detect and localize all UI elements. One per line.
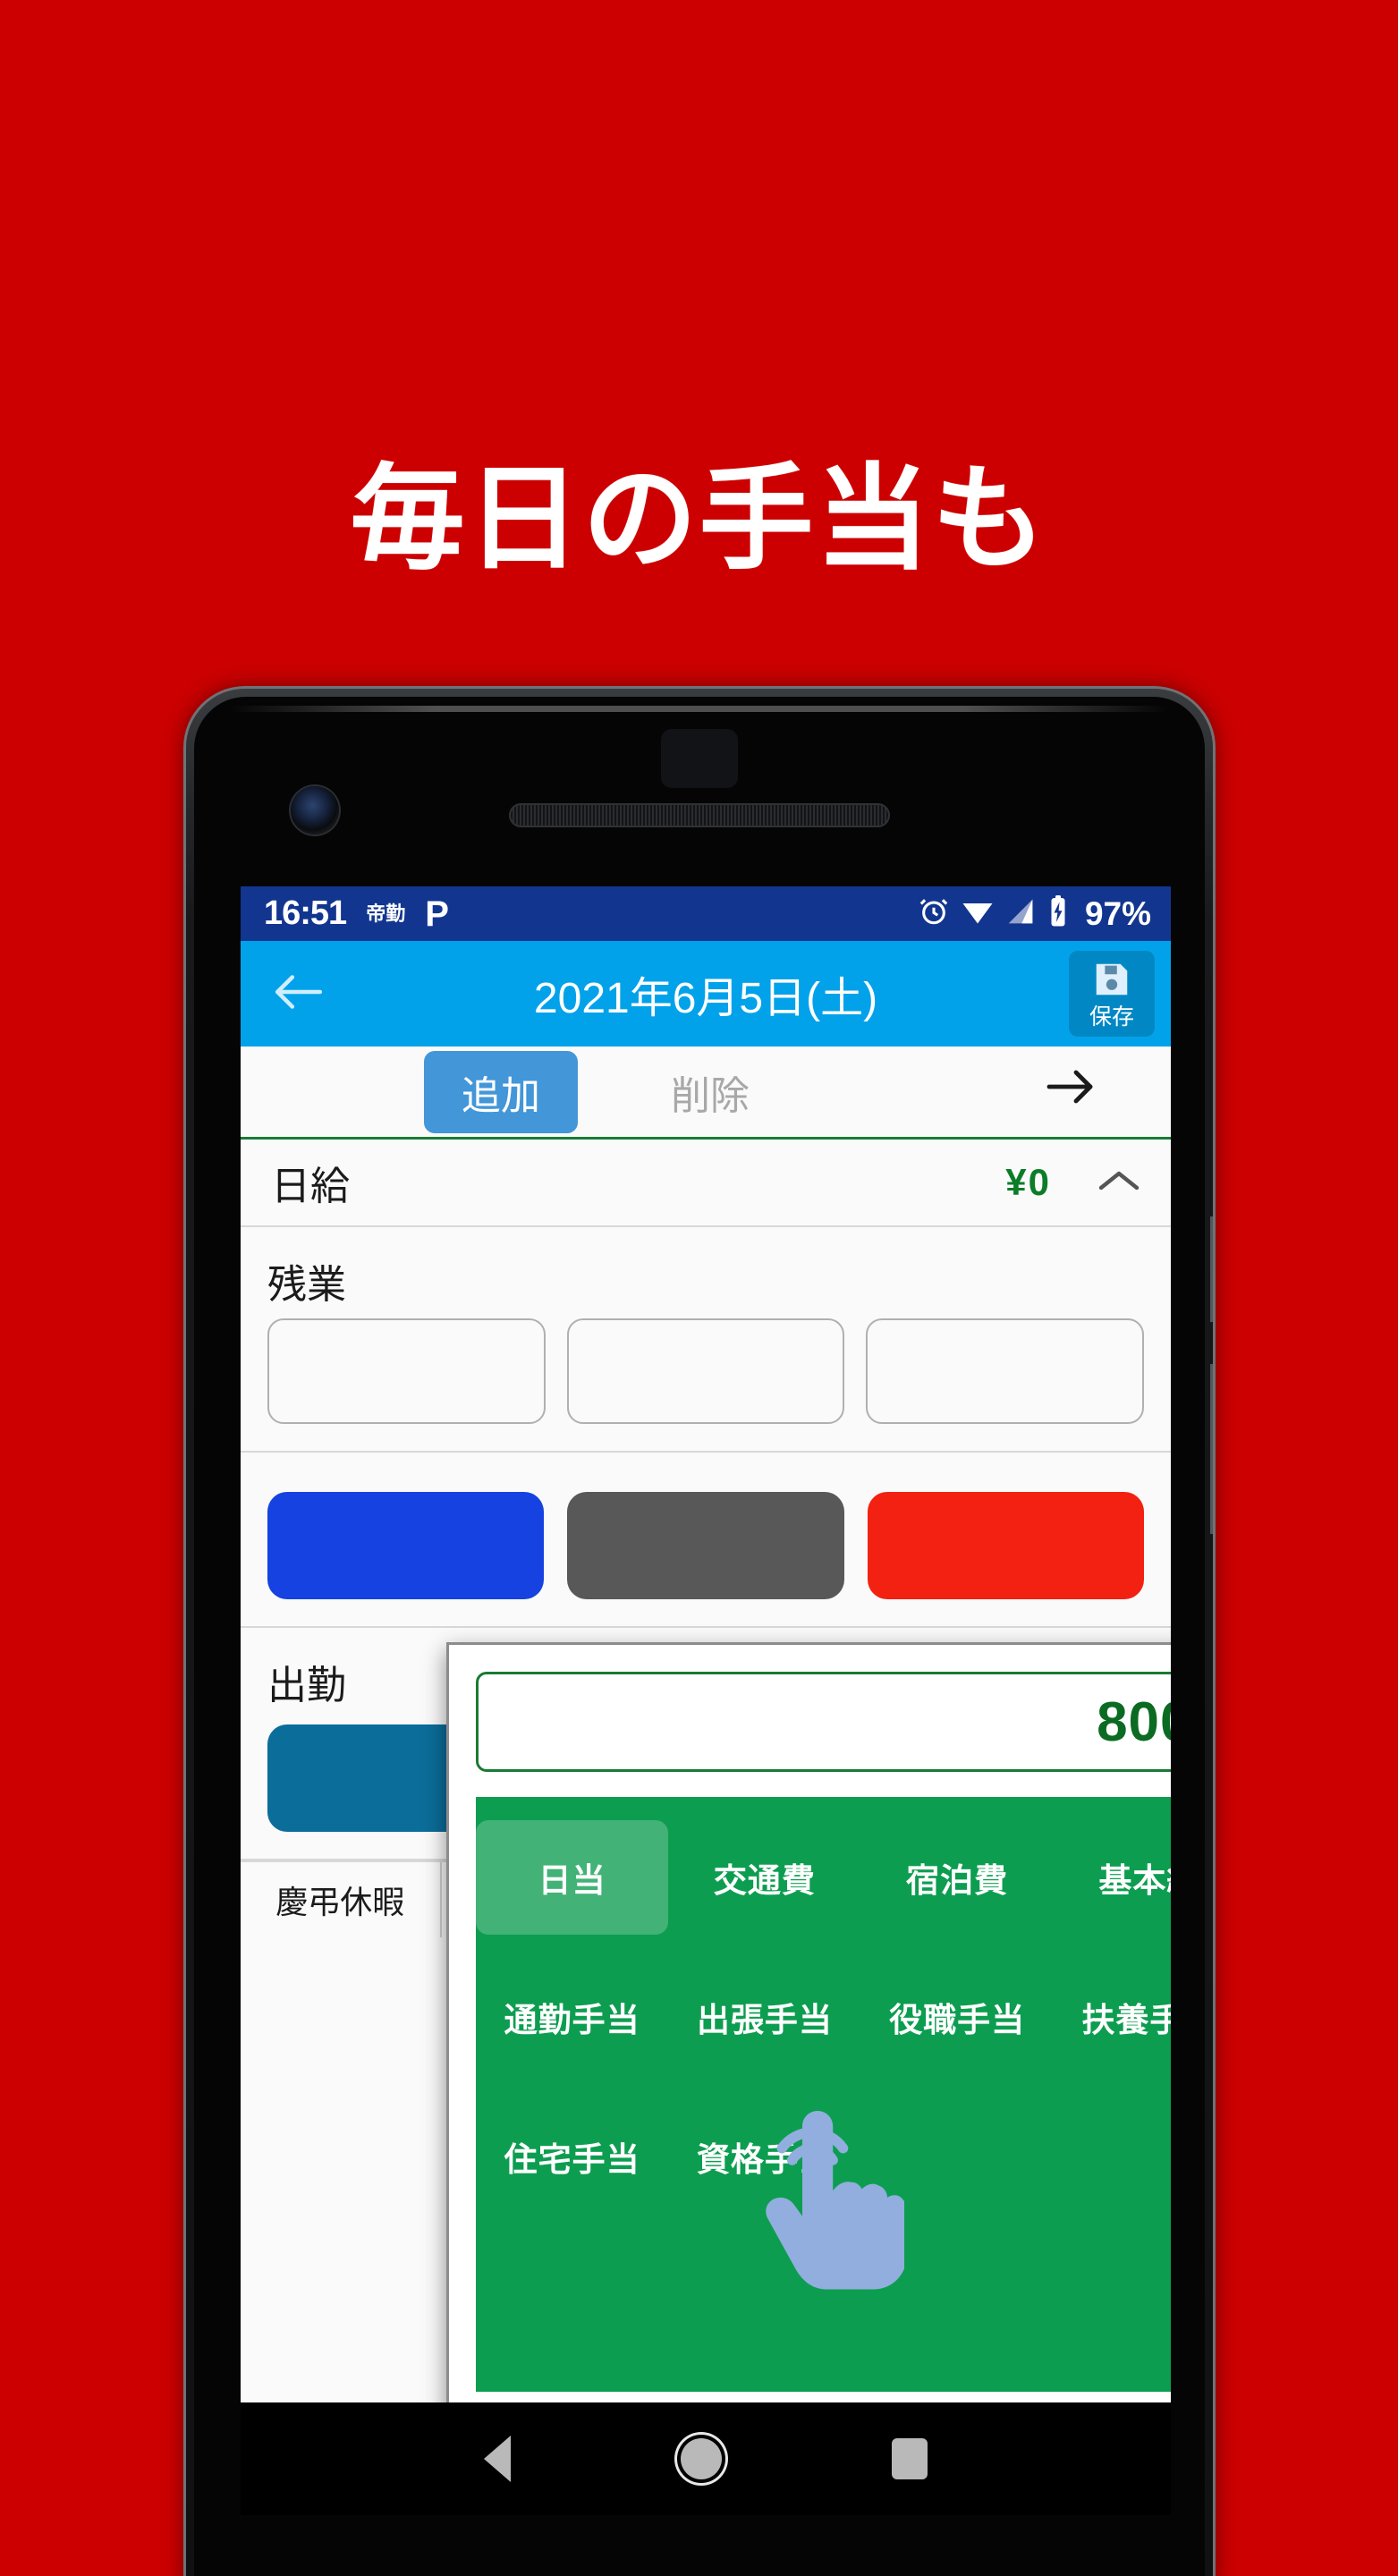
alarm-icon [919, 896, 949, 931]
floppy-disk-icon [1091, 959, 1132, 1004]
option-yakushoku-teate[interactable]: 役職手当 [861, 1960, 1054, 2074]
status-pill-blue[interactable] [267, 1492, 545, 1599]
option-shukuhakuhi[interactable]: 宿泊費 [861, 1820, 1054, 1935]
promo-headline-line1: 毎日の手当も [350, 455, 1048, 584]
status-pill-red[interactable] [867, 1492, 1144, 1599]
overtime-chip[interactable] [566, 1318, 845, 1424]
phone-volume-button [1210, 1364, 1213, 1534]
section-label: 残業 [267, 1263, 346, 1307]
option-row: 住宅手当 資格手当 [476, 2099, 1171, 2214]
arrow-left-icon [270, 970, 326, 1018]
android-nav-bar [241, 2402, 1171, 2515]
allowance-picker-dialog: 8000 日当 交通費 宿泊費 基本給 通勤手当 出張手当 役職手当 扶養手当 [446, 1642, 1171, 2402]
proximity-sensor-icon [661, 729, 738, 788]
row-label: 日給 [271, 1165, 350, 1208]
section-status-pills [241, 1453, 1171, 1628]
option-koutsuhi[interactable]: 交通費 [668, 1820, 860, 1935]
app-screen: 16:51 帝勤 P 97% 2021年6月5日(土) 保存 追加 削除 日給 … [241, 886, 1171, 2402]
wifi-icon [962, 898, 994, 929]
chevron-up-icon[interactable] [1097, 1167, 1140, 1199]
option-kihonkyu[interactable]: 基本給 [1054, 1820, 1171, 1935]
phone-power-button [1210, 1216, 1213, 1322]
phone-mockup: 16:51 帝勤 P 97% 2021年6月5日(土) 保存 追加 削除 日給 … [186, 689, 1213, 2576]
status-bar: 16:51 帝勤 P 97% [241, 886, 1171, 941]
option-empty [1054, 2099, 1171, 2214]
status-pill-grey[interactable] [567, 1492, 844, 1599]
option-shucchou-teate[interactable]: 出張手当 [668, 1960, 860, 2074]
dialog-actions: OK キャンセル [449, 2392, 1171, 2402]
nav-home-circle-icon[interactable] [681, 2438, 722, 2479]
paypay-icon: P [425, 894, 449, 934]
arrow-right-icon [1044, 1070, 1097, 1116]
section-overtime: 残業 [241, 1227, 1171, 1453]
option-fuyou-teate[interactable]: 扶養手当 [1054, 1960, 1171, 2074]
leave-cell[interactable]: 慶弔休暇 [241, 1862, 442, 1937]
phone-screen-frame: 16:51 帝勤 P 97% 2021年6月5日(土) 保存 追加 削除 日給 … [194, 697, 1205, 2576]
allowance-option-grid: 日当 交通費 宿泊費 基本給 通勤手当 出張手当 役職手当 扶養手当 住宅手当 … [476, 1797, 1171, 2392]
front-camera-icon [291, 786, 339, 835]
option-shikaku-teate[interactable]: 資格手当 [668, 2099, 860, 2214]
status-bar-time: 16:51 [264, 894, 347, 932]
earpiece-speaker-icon [509, 803, 890, 827]
save-button-label: 保存 [1089, 1004, 1134, 1030]
nav-recents-square-icon[interactable] [892, 2438, 928, 2479]
tab-delete[interactable]: 削除 [633, 1051, 787, 1133]
battery-charging-icon [1047, 895, 1069, 932]
battery-percent-label: 97% [1084, 894, 1151, 932]
work-app-icon: 帝勤 [366, 902, 406, 925]
tab-add[interactable]: 追加 [424, 1050, 578, 1133]
status-bar-icons: 97% [919, 895, 1151, 933]
amount-input-value: 8000 [1097, 1690, 1171, 1753]
row-value: ¥0 [1005, 1161, 1051, 1203]
action-tab-bar: 追加 削除 [241, 1046, 1171, 1140]
amount-input[interactable]: 8000 [476, 1672, 1171, 1772]
nav-back-triangle-icon[interactable] [484, 2436, 511, 2482]
option-row: 日当 交通費 宿泊費 基本給 [476, 1820, 1171, 1935]
list-row-daily-wage[interactable]: 日給 ¥0 [241, 1140, 1171, 1227]
status-pill-row [267, 1492, 1144, 1599]
option-juutaku-teate[interactable]: 住宅手当 [476, 2099, 668, 2214]
option-nitto[interactable]: 日当 [476, 1820, 669, 1935]
option-row: 通勤手当 出張手当 役職手当 扶養手当 [476, 1960, 1171, 2074]
option-empty [861, 2099, 1054, 2214]
signal-icon [1006, 898, 1035, 929]
save-button[interactable]: 保存 [1069, 951, 1155, 1037]
overtime-chip[interactable] [267, 1318, 546, 1424]
page-title: 2021年6月5日(土) [533, 975, 878, 1022]
option-tsukin-teate[interactable]: 通勤手当 [476, 1960, 668, 2074]
phone-bezel-gloss [230, 706, 1169, 712]
next-page-button[interactable] [1006, 1054, 1135, 1130]
overtime-chip-row [267, 1318, 1145, 1424]
app-toolbar: 2021年6月5日(土) 保存 [241, 941, 1171, 1046]
overtime-chip[interactable] [866, 1318, 1145, 1424]
back-button[interactable] [257, 953, 339, 1035]
